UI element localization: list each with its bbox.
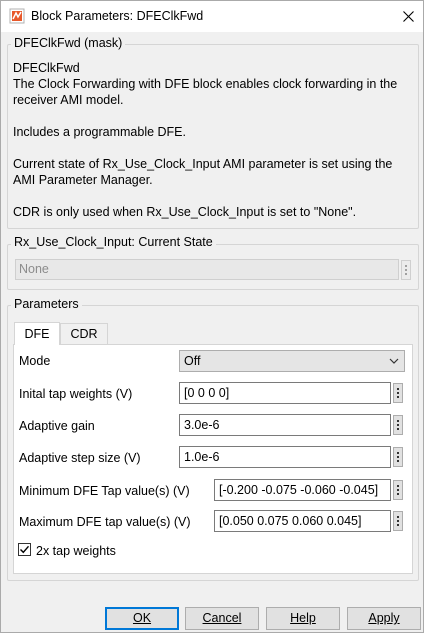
title-bar: Block Parameters: DFEClkFwd (1, 1, 423, 32)
description-text-line: The Clock Forwarding with DFE block enab… (13, 77, 398, 91)
adaptive-step-size-label: Adaptive step size (V) (19, 451, 141, 465)
close-button[interactable] (393, 1, 423, 32)
min-dfe-tap-label: Minimum DFE Tap value(s) (V) (19, 484, 190, 498)
max-dfe-tap-input[interactable]: [0.050 0.075 0.060 0.045] (214, 510, 391, 532)
block-name-text: DFEClkFwd (13, 61, 80, 75)
cancel-button-label: Cancel (202, 611, 242, 625)
clock-input-state-field: None (15, 259, 399, 280)
initial-tap-weights-more-button[interactable] (393, 383, 403, 403)
clock-input-label: Rx_Use_Clock_Input: Current State (11, 235, 216, 249)
description-text-line: AMI Parameter Manager. (13, 173, 153, 187)
ok-button[interactable]: OK (105, 607, 179, 630)
simulink-app-icon (9, 8, 25, 24)
description-text-line: Includes a programmable DFE. (13, 125, 186, 139)
adaptive-gain-more-button[interactable] (393, 415, 403, 435)
mode-select-value: Off (184, 354, 201, 368)
max-dfe-tap-more-button[interactable] (393, 511, 403, 531)
ok-button-label: OK (132, 611, 152, 625)
close-icon (402, 11, 414, 22)
help-button-label: Help (290, 611, 316, 625)
mode-label: Mode (19, 354, 51, 368)
block-parameters-dialog: Block Parameters: DFEClkFwd DFEClkFwd (m… (0, 0, 424, 633)
checkmark-icon (20, 545, 30, 554)
initial-tap-weights-label: Inital tap weights (V) (19, 387, 133, 401)
description-text-line: Current state of Rx_Use_Clock_Input AMI … (13, 157, 393, 171)
help-button[interactable]: Help (266, 607, 340, 630)
clock-input-more-button (401, 260, 411, 280)
adaptive-gain-input[interactable]: 3.0e-6 (179, 414, 391, 436)
min-dfe-tap-input[interactable]: [-0.200 -0.075 -0.060 -0.045] (214, 479, 391, 501)
description-text-line: CDR is only used when Rx_Use_Clock_Input… (13, 205, 357, 219)
two-x-tap-weights-label: 2x tap weights (36, 544, 116, 558)
tab-dfe[interactable]: DFE (14, 322, 60, 345)
cancel-button[interactable]: Cancel (185, 607, 259, 630)
chevron-down-icon (389, 358, 399, 364)
two-x-tap-weights-checkbox[interactable] (18, 543, 31, 556)
apply-button-label: Apply (368, 611, 400, 625)
min-dfe-tap-more-button[interactable] (393, 480, 403, 500)
description-legend: DFEClkFwd (mask) (11, 36, 126, 50)
mode-select[interactable]: Off (179, 350, 405, 372)
tab-cdr[interactable]: CDR (60, 323, 108, 344)
window-title: Block Parameters: DFEClkFwd (31, 9, 204, 23)
max-dfe-tap-label: Maximum DFE tap value(s) (V) (19, 515, 191, 529)
adaptive-step-size-input[interactable]: 1.0e-6 (179, 446, 391, 468)
adaptive-step-size-more-button[interactable] (393, 447, 403, 467)
description-text-line: receiver AMI model. (13, 93, 124, 107)
parameters-legend: Parameters (11, 297, 82, 311)
apply-button[interactable]: Apply (347, 607, 421, 630)
initial-tap-weights-input[interactable]: [0 0 0 0] (179, 382, 391, 404)
adaptive-gain-label: Adaptive gain (19, 419, 95, 433)
